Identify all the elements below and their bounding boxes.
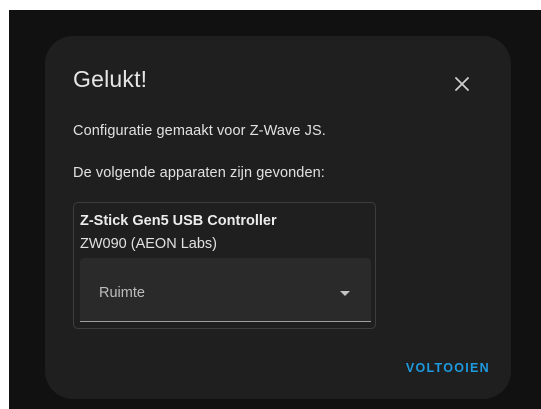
- chevron-down-icon: [338, 286, 352, 300]
- success-message: Configuratie gemaakt voor Z-Wave JS.: [73, 123, 326, 139]
- success-dialog: Gelukt! Configuratie gemaakt voor Z-Wave…: [45, 36, 511, 399]
- device-card: Z-Stick Gen5 USB Controller ZW090 (AEON …: [73, 202, 376, 329]
- dialog-title: Gelukt!: [73, 66, 148, 92]
- device-name: Z-Stick Gen5 USB Controller: [80, 213, 277, 229]
- area-select-label: Ruimte: [99, 285, 145, 301]
- devices-found-label: De volgende apparaten zijn gevonden:: [73, 165, 325, 181]
- finish-button[interactable]: VOLTOOIEN: [387, 354, 490, 382]
- close-button[interactable]: [445, 67, 479, 101]
- area-select[interactable]: Ruimte: [80, 258, 371, 322]
- device-model: ZW090 (AEON Labs): [80, 236, 217, 252]
- close-icon: [455, 77, 469, 91]
